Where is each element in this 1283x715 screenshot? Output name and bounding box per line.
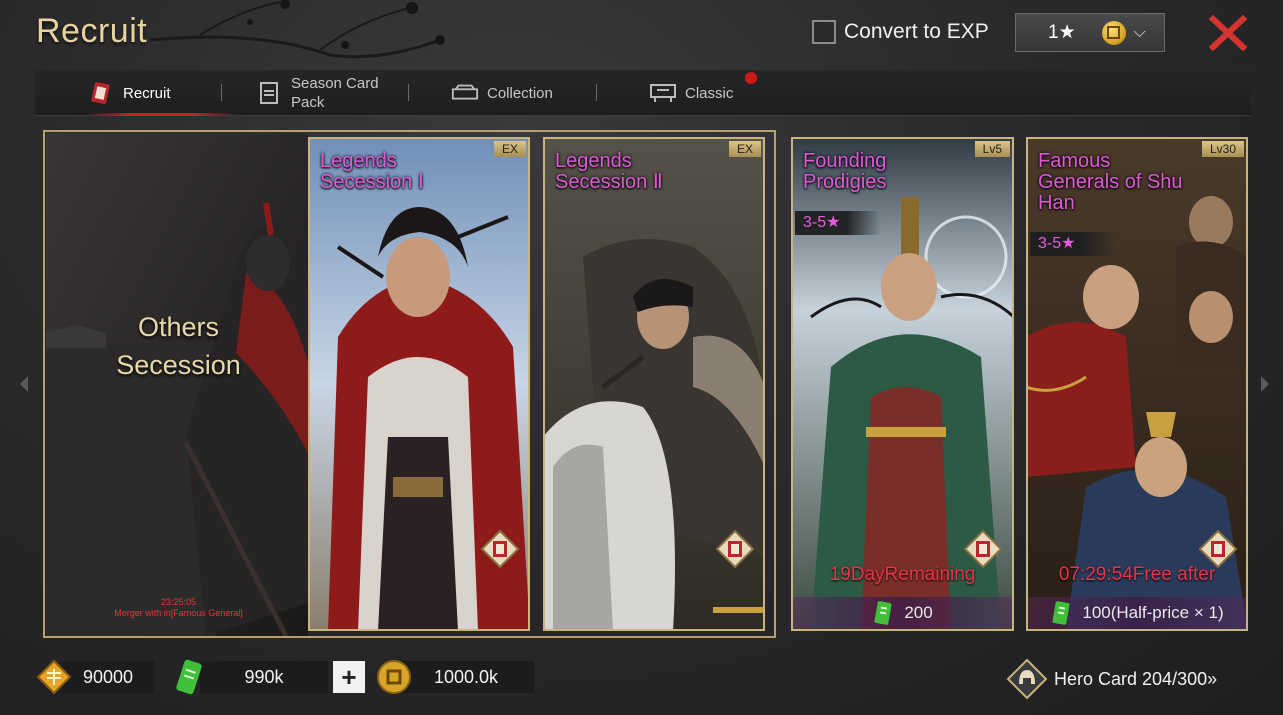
card-name: Legends Secession Ⅰ xyxy=(320,150,424,193)
page-title: Recruit xyxy=(36,12,148,50)
helmet-icon xyxy=(1006,658,1048,700)
star-filter-value: 1★ xyxy=(1048,22,1076,43)
rarity-badge: 3-5★ xyxy=(1030,232,1116,256)
chevron-down-icon: ⌵ xyxy=(1133,23,1146,41)
close-icon[interactable] xyxy=(1208,14,1248,52)
recruit-emblem-icon xyxy=(1198,529,1238,569)
scroll-left-arrow-icon[interactable] xyxy=(18,374,30,394)
classic-icon xyxy=(649,82,677,104)
collection-icon xyxy=(451,82,479,104)
card-famous-generals-shu-han[interactable]: Lv30 Famous Generals of Shu Han 3-5★ 07:… xyxy=(1026,137,1248,631)
tab-label: Season Card Pack xyxy=(291,75,379,111)
jade-token-icon xyxy=(176,659,202,695)
merger-timer: 23:25:05 xyxy=(160,597,197,607)
card-tag: Lv30 xyxy=(1201,141,1244,157)
rarity-badge: 3-5★ xyxy=(795,211,881,235)
armored-warrior-art xyxy=(46,133,308,636)
convert-checkbox[interactable] xyxy=(812,20,836,44)
tab-divider xyxy=(221,84,222,101)
price-value: 200 xyxy=(904,603,933,622)
tab-label: Collection xyxy=(487,84,553,102)
star-filter-dropdown[interactable]: 1★ ⌵ xyxy=(1015,13,1165,52)
recruit-emblem-icon xyxy=(963,529,1003,569)
tab-recruit[interactable]: Recruit xyxy=(87,70,171,116)
tab-label: Classic xyxy=(685,84,734,102)
tab-classic[interactable]: Classic xyxy=(649,70,733,116)
tab-divider xyxy=(408,84,409,101)
notification-badge xyxy=(745,72,757,84)
card-name: Legends Secession Ⅱ xyxy=(555,150,663,193)
others-secession-title: Others Secession xyxy=(116,312,241,380)
tab-season-card-pack[interactable]: Season Card Pack xyxy=(255,70,401,116)
hero-card-count: Hero Card 204/300» xyxy=(1054,668,1218,689)
tab-collection[interactable]: Collection xyxy=(451,70,553,116)
card-pack-icon xyxy=(255,82,283,104)
tab-divider xyxy=(596,84,597,101)
card-legends-secession-2[interactable]: EX Legends Secession Ⅱ xyxy=(543,137,765,631)
card-founding-prodigies[interactable]: Lv5 Founding Prodigies 3-5★ 19DayRemaini… xyxy=(791,137,1014,631)
recruit-card-icon xyxy=(87,82,115,105)
merger-text: Merger with in[Famous General] xyxy=(114,608,243,618)
coin-amount: 1000.0k xyxy=(398,661,534,693)
convert-label: Convert to EXP xyxy=(844,20,989,43)
price-value: 100(Half-price × 1) xyxy=(1082,603,1224,622)
card-tag: EX xyxy=(728,141,761,157)
card-name: Famous Generals of Shu Han xyxy=(1038,150,1183,214)
convert-to-exp-toggle[interactable]: Convert to EXP xyxy=(812,20,989,44)
active-tab-indicator xyxy=(87,113,237,116)
gold-ingot-icon xyxy=(36,659,72,695)
scroll-right-arrow-icon[interactable] xyxy=(1259,374,1271,394)
coin-icon xyxy=(1101,20,1126,45)
add-jade-button[interactable]: + xyxy=(333,661,365,693)
jade-token-icon xyxy=(874,601,892,625)
recruit-emblem-icon xyxy=(715,529,755,569)
gold-ingot-amount: 90000 xyxy=(62,661,154,693)
recruit-emblem-icon xyxy=(480,529,520,569)
card-tag: Lv5 xyxy=(974,141,1010,157)
card-legends-secession-1[interactable]: EX Legends Secession Ⅰ xyxy=(308,137,530,631)
merger-info: 23:25:05 Merger with in[Famous General] xyxy=(46,597,308,619)
tab-bar: Recruit Season Card Pack Collection Clas… xyxy=(35,70,1251,116)
jade-amount: 990k xyxy=(200,661,328,693)
recruit-price-button[interactable]: 200 xyxy=(793,597,1012,629)
tab-label: Recruit xyxy=(123,84,171,102)
card-name: Founding Prodigies xyxy=(803,150,887,193)
jade-token-icon xyxy=(1052,601,1070,625)
copper-coin-icon xyxy=(377,660,411,694)
recruit-price-button[interactable]: 100(Half-price × 1) xyxy=(1028,597,1246,629)
card-others-secession[interactable]: Others Secession 23:25:05 Merger with in… xyxy=(46,133,308,636)
free-recruit-timer: 07:29:54Free after xyxy=(1058,564,1216,585)
time-remaining: 19DayRemaining xyxy=(829,564,976,585)
card-tag: EX xyxy=(493,141,526,157)
hero-card-capacity-link[interactable]: Hero Card 204/300» xyxy=(1006,658,1217,700)
